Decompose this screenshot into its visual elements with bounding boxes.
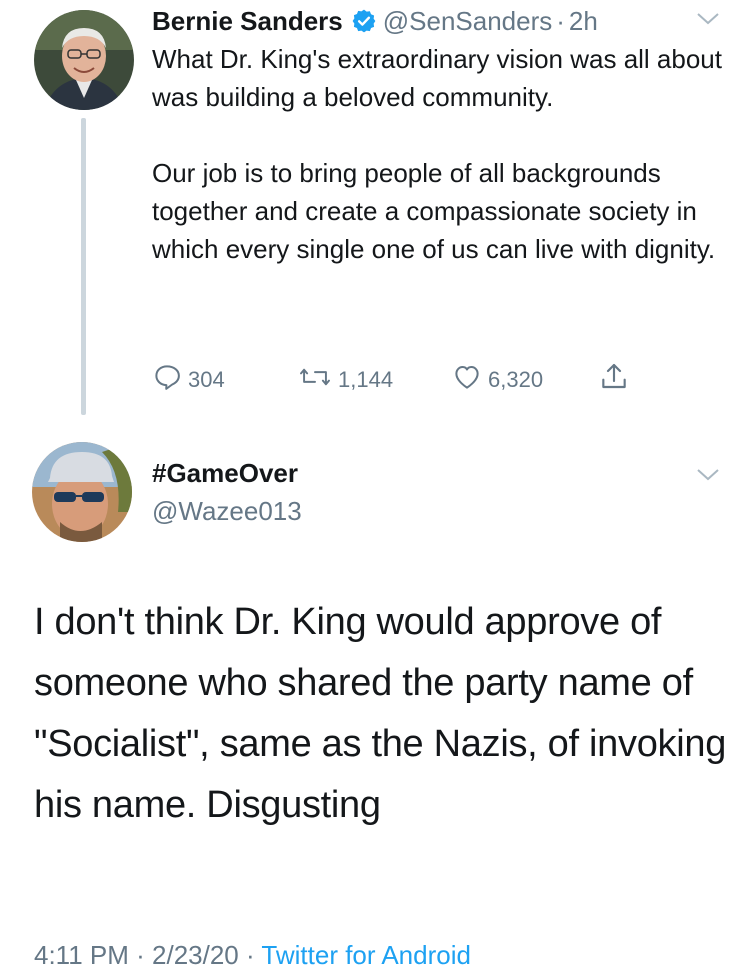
retweet-icon [298,362,338,398]
tweet-time[interactable]: 4:11 PM [34,940,129,970]
verified-badge-icon [351,8,377,34]
tweet-source-link[interactable]: Twitter for Android [261,940,471,970]
retweet-button[interactable]: 1,144 [298,362,393,398]
author-name[interactable]: #GameOver [152,458,298,489]
tweet-paragraph-2: Our job is to bring people of all backgr… [152,158,716,264]
share-icon [598,361,636,399]
separator-dot: · [238,940,262,970]
tweet-text: What Dr. King's extraordinary vision was… [152,40,732,268]
author-handle[interactable]: @SenSanders [383,6,553,37]
tweet-paragraph-1: What Dr. King's extraordinary vision was… [152,44,722,112]
tweet-actions: 304 1,144 6,320 [152,362,672,398]
chevron-down-icon[interactable] [695,10,721,28]
tweet1-header: Bernie Sanders @SenSanders · 2h [152,4,598,38]
like-icon [452,362,488,398]
author-handle[interactable]: @Wazee013 [152,496,302,527]
avatar-gameover[interactable] [32,442,132,542]
reply-icon [152,362,188,398]
thread-line [81,118,86,415]
author-name[interactable]: Bernie Sanders [152,6,343,37]
like-count: 6,320 [488,367,544,392]
tweet-date[interactable]: 2/23/20 [152,940,239,970]
separator-dot: · [556,5,565,36]
tweet-gameover[interactable]: #GameOver @Wazee013 I don't think Dr. Ki… [0,420,749,976]
reply-count: 304 [188,367,225,392]
like-button[interactable]: 6,320 [452,362,543,398]
separator-dot: · [128,940,153,970]
reply-button[interactable]: 304 [152,362,225,398]
chevron-down-icon[interactable] [695,466,721,484]
avatar-bernie[interactable] [34,10,134,110]
tweet-time[interactable]: 2h [569,6,598,37]
retweet-count: 1,144 [338,367,394,392]
tweet-meta: 4:11 PM · 2/23/20 · Twitter for Android [34,940,471,971]
tweet-bernie[interactable]: Bernie Sanders @SenSanders · 2h What Dr.… [0,0,749,420]
share-button[interactable] [598,362,636,398]
tweet-text: I don't think Dr. King would approve of … [34,601,727,826]
